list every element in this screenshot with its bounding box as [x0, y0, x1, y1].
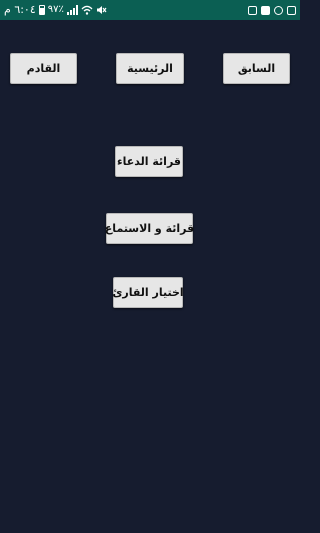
- next-button-label: القادم: [26, 62, 61, 75]
- read-listen-button-label: قرائة و الاستماع: [104, 222, 195, 235]
- mute-icon: [96, 6, 107, 14]
- previous-button[interactable]: السابق: [223, 53, 290, 84]
- previous-button-label: السابق: [237, 62, 276, 75]
- instagram-icon: [274, 5, 283, 15]
- read-dua-button-label: قرائة الدعاء: [117, 155, 181, 168]
- gallery-icon: [287, 5, 296, 15]
- status-left: ٦:٠٤ م ٩٧٪: [4, 3, 107, 17]
- battery-icon: [38, 5, 45, 15]
- battery-percent: ٩٧٪: [47, 4, 64, 15]
- read-listen-button[interactable]: قرائة و الاستماع: [104, 213, 195, 244]
- status-right: [248, 3, 296, 17]
- home-button-label: الرئيسية: [127, 62, 173, 75]
- wifi-icon: [81, 5, 93, 15]
- clock: ٦:٠٤ م: [4, 3, 36, 16]
- screenshot-icon: [261, 5, 270, 15]
- choose-reciter-button[interactable]: اختيار القارئ: [112, 277, 184, 308]
- choose-reciter-button-label: اختيار القارئ: [112, 286, 184, 299]
- next-button[interactable]: القادم: [10, 53, 77, 84]
- status-bar: ٦:٠٤ م ٩٧٪: [0, 0, 300, 20]
- read-dua-button[interactable]: قرائة الدعاء: [115, 146, 183, 177]
- home-button[interactable]: الرئيسية: [116, 53, 184, 84]
- notification-app-icon: [248, 5, 257, 15]
- signal-icon: [66, 5, 78, 15]
